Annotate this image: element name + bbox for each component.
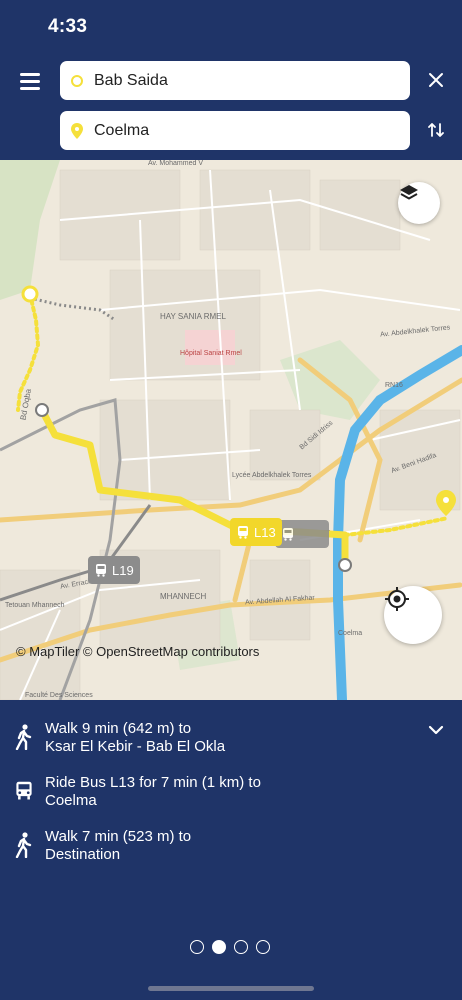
swap-direction-button[interactable] <box>426 120 446 140</box>
clear-route-button[interactable] <box>426 70 446 90</box>
itinerary-step-walk[interactable]: Walk 7 min (523 m) to Destination <box>0 828 420 868</box>
page-indicator <box>190 940 270 954</box>
map-layers-button[interactable] <box>398 182 440 224</box>
chevron-down-icon <box>428 725 444 735</box>
walk-icon <box>15 832 32 858</box>
bus-icon <box>96 564 106 577</box>
close-icon <box>429 73 443 87</box>
step-text: Walk 7 min (523 m) to Destination <box>45 828 415 864</box>
hamburger-icon-bar <box>20 80 40 83</box>
home-indicator[interactable] <box>148 986 314 991</box>
map-label-tetouan-mhannech: Tetouan Mhannech <box>5 602 65 609</box>
map-label-hay-sania: HAY SANIA RMEL <box>160 312 226 321</box>
menu-button[interactable] <box>16 68 44 92</box>
crosshair-location-icon <box>385 587 409 611</box>
hamburger-icon-bar <box>20 87 40 90</box>
map-label-rn16: RN16 <box>385 382 403 389</box>
step-line-2: Ksar El Kebir - Bab El Okla <box>45 738 226 755</box>
swap-arrows-icon <box>428 123 444 137</box>
bus-icon <box>16 781 32 800</box>
origin-input[interactable]: Bab Saida <box>60 61 410 100</box>
status-bar: 4:33 <box>0 0 462 50</box>
map-label-mhanech: MHANNECH <box>160 592 207 601</box>
bus-icon <box>283 528 293 541</box>
step-line-1: Walk 9 min (642 m) to <box>45 720 192 737</box>
itinerary-step-walk[interactable]: Walk 9 min (642 m) to Ksar El Kebir - Ba… <box>0 720 420 760</box>
bus-line-tag-l13[interactable]: L13 <box>230 518 282 546</box>
step-line-2: Coelma <box>45 792 97 809</box>
my-location-button[interactable] <box>384 586 442 644</box>
itinerary-step-bus[interactable]: Ride Bus L13 for 7 min (1 km) to Coelma <box>0 774 420 814</box>
step-text: Walk 9 min (642 m) to Ksar El Kebir - Ba… <box>45 720 415 756</box>
layers-icon <box>400 185 418 200</box>
hamburger-icon <box>20 73 40 76</box>
destination-input[interactable]: Coelma <box>60 111 410 150</box>
bus-line-label: L13 <box>254 524 276 540</box>
page-dot-1[interactable] <box>190 940 204 954</box>
destination-pin-icon <box>71 122 83 139</box>
step-line-2: Destination <box>45 846 121 863</box>
step-line-1: Walk 7 min (523 m) to <box>45 828 192 845</box>
page-dot-4[interactable] <box>256 940 270 954</box>
page-dot-2-active[interactable] <box>212 940 226 954</box>
origin-circle-icon <box>71 74 83 87</box>
map-label-av-mohammed-v: Av. Mohammed V <box>148 160 203 167</box>
bus-line-tag-faded <box>275 520 329 548</box>
origin-text: Bab Saida <box>94 71 168 89</box>
map-label-coelma: Coelma <box>338 630 363 637</box>
map-label-lycee: Lycée Abdelkhalek Torres <box>232 472 312 479</box>
step-line-1: Ride Bus L13 for 7 min (1 km) to <box>45 774 261 791</box>
bus-line-label: L19 <box>112 562 134 578</box>
collapse-panel-button[interactable] <box>426 722 446 738</box>
bus-line-tag-l19[interactable]: L19 <box>88 556 140 584</box>
map-attribution: © MapTiler © OpenStreetMap contributors <box>16 644 260 659</box>
map-label-hopital: Hôpital Saniat Rmel <box>180 350 242 357</box>
step-text: Ride Bus L13 for 7 min (1 km) to Coelma <box>45 774 415 810</box>
map-label-faculte: Faculté Des Sciences <box>25 692 93 699</box>
itinerary-panel: Walk 9 min (642 m) to Ksar El Kebir - Ba… <box>0 700 462 1000</box>
map-view[interactable]: HAY SANIA RMEL Hôpital Saniat Rmel MHANN… <box>0 160 462 700</box>
walk-icon <box>15 724 32 750</box>
destination-text: Coelma <box>94 121 150 139</box>
route-search-header: Bab Saida Coelma <box>0 50 462 160</box>
page-dot-3[interactable] <box>234 940 248 954</box>
bus-icon <box>238 526 248 539</box>
status-time: 4:33 <box>48 16 88 37</box>
